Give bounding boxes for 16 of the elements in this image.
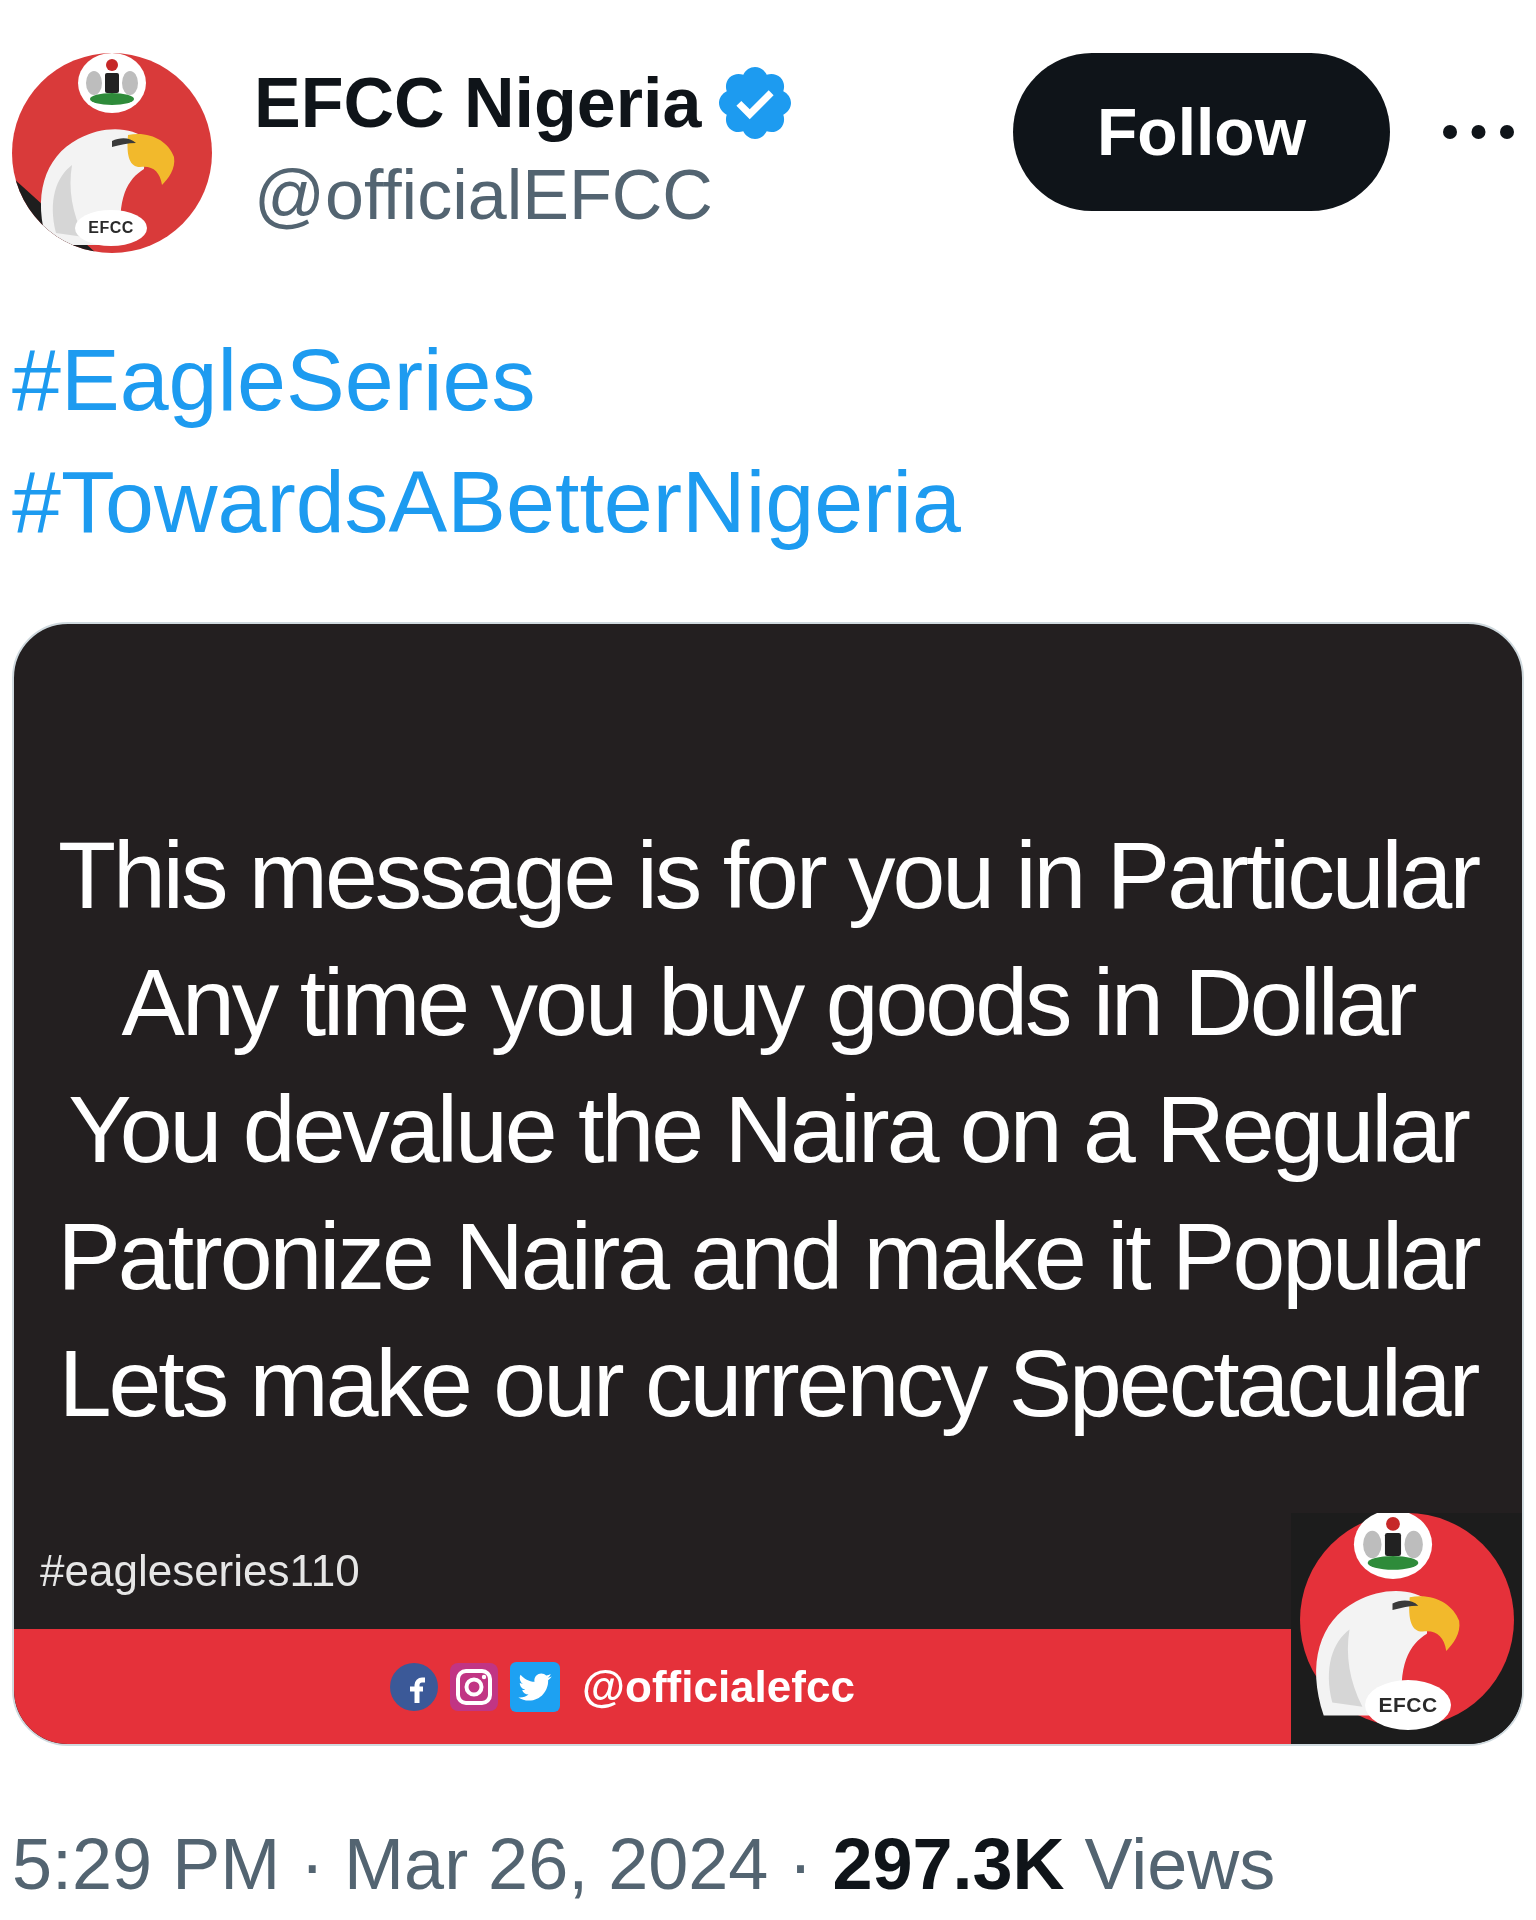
poster-text-line: You devalue the Naira on a Regular <box>68 1075 1468 1184</box>
post-meta: 5:29 PM · Mar 26, 2024 · 297.3K Views <box>12 1823 1276 1906</box>
follow-button[interactable]: Follow <box>1013 53 1390 211</box>
poster-text-line: This message is for you in Particular <box>57 821 1479 930</box>
poster-hashtag: #eagleseries110 <box>40 1545 360 1597</box>
poster-text-line: Any time you buy goods in Dollar <box>121 948 1415 1057</box>
camera-icon <box>450 1662 499 1711</box>
poster-text-line: Lets make our currency Spectacular <box>58 1329 1478 1438</box>
author-name[interactable]: EFCC Nigeria <box>254 53 702 153</box>
author-handle[interactable]: @officialEFCC <box>254 153 792 237</box>
poster-handle: @officialefcc <box>582 1660 855 1713</box>
bird-icon <box>510 1661 561 1712</box>
media-card[interactable] <box>12 622 1524 1746</box>
more-icon[interactable] <box>1443 125 1514 139</box>
facebook-icon <box>390 1662 439 1711</box>
poster-text-line: Patronize Naira and make it Popular <box>57 1202 1479 1311</box>
